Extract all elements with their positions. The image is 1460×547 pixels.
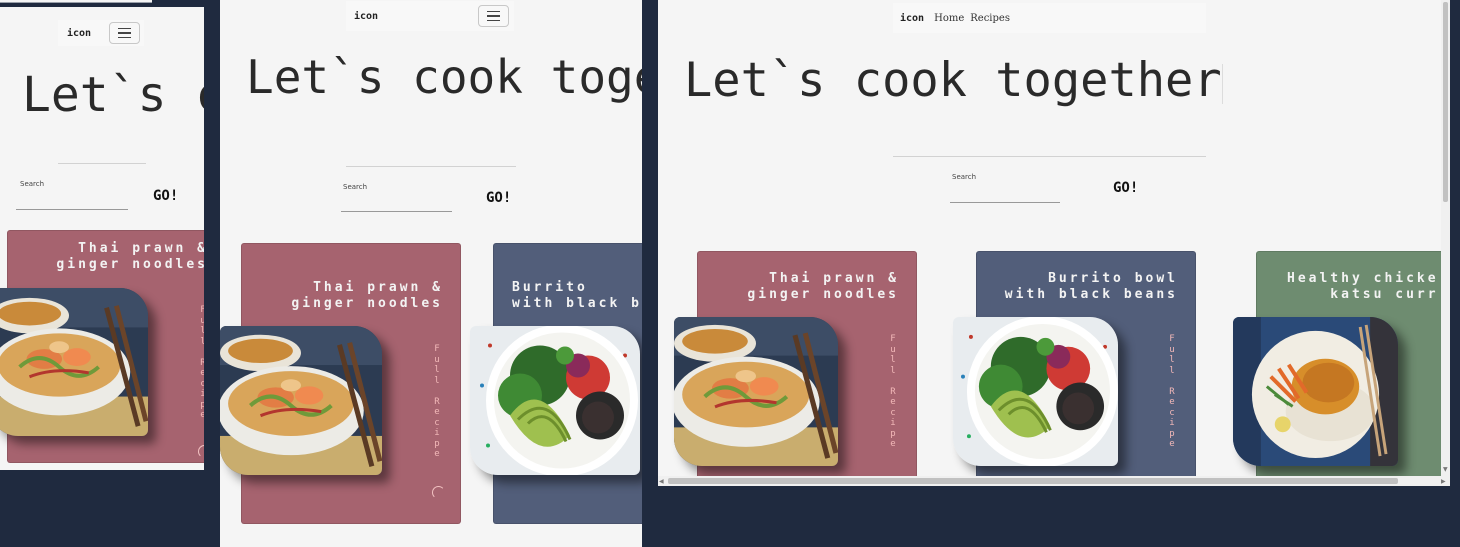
- divider: [58, 163, 146, 164]
- search-label: Search: [20, 180, 45, 188]
- loading-spinner-icon: [198, 445, 204, 458]
- scroll-down-arrow-icon[interactable]: ▼: [1443, 466, 1448, 473]
- recipe-photo-burrito-bowl: [470, 326, 640, 475]
- search-input[interactable]: [16, 209, 128, 210]
- page-title: Let`s cook toge: [246, 50, 642, 104]
- full-recipe-link[interactable]: F u l l R e c i p e: [888, 334, 898, 450]
- nav-link-home[interactable]: Home: [934, 13, 964, 24]
- horizontal-scrollbar[interactable]: ◀ ▶: [658, 476, 1450, 486]
- viewport-large: icon Home Recipes Let`s cook together Se…: [658, 0, 1450, 486]
- scroll-right-arrow-icon[interactable]: ▶: [1441, 478, 1446, 485]
- loading-spinner-icon: [432, 486, 445, 499]
- navbar: icon Home Recipes: [893, 3, 1206, 33]
- navbar: icon: [58, 20, 144, 46]
- recipe-photo-katsu-curry: [1233, 317, 1398, 466]
- brand-logo[interactable]: icon: [354, 11, 378, 22]
- menu-toggle-button[interactable]: [478, 5, 509, 27]
- full-recipe-link[interactable]: F u l l R e c i p e: [1167, 334, 1177, 450]
- window-edge: [0, 0, 152, 3]
- search-input[interactable]: [341, 211, 452, 212]
- page-title: Let`s cook together: [684, 53, 1222, 108]
- scrollbar-thumb[interactable]: [668, 478, 1398, 484]
- full-recipe-link[interactable]: F u l l R e c i p e: [432, 344, 442, 460]
- go-button[interactable]: GO!: [486, 190, 511, 206]
- divider: [893, 156, 1206, 157]
- scrollbar-thumb[interactable]: [1443, 2, 1448, 202]
- go-button[interactable]: GO!: [153, 188, 178, 204]
- card-title: Healthy chicke katsu curr: [1287, 271, 1439, 302]
- divider: [346, 166, 516, 167]
- search-label: Search: [343, 183, 368, 191]
- full-recipe-link[interactable]: F u l l R e c i p e: [198, 305, 204, 421]
- recipe-photo-noodles: [0, 288, 148, 436]
- nav-link-recipes[interactable]: Recipes: [970, 13, 1010, 24]
- search-input[interactable]: [950, 202, 1060, 203]
- go-button[interactable]: GO!: [1113, 180, 1138, 196]
- card-title: Thai prawn & ginger noodles: [56, 241, 204, 272]
- recipe-photo-burrito-bowl: [953, 317, 1118, 466]
- vertical-scrollbar[interactable]: ▼: [1441, 0, 1450, 476]
- typing-cursor: [1222, 64, 1223, 104]
- menu-toggle-button[interactable]: [109, 22, 140, 44]
- viewport-small: icon Let`s c Search GO! Thai prawn & gin…: [0, 7, 204, 470]
- brand-logo[interactable]: icon: [67, 28, 91, 39]
- navbar: icon: [346, 1, 514, 31]
- recipe-photo-noodles: [674, 317, 838, 466]
- page-title: Let`s c: [22, 67, 204, 123]
- search-label: Search: [952, 173, 977, 181]
- hamburger-icon: [487, 10, 500, 13]
- scroll-left-arrow-icon[interactable]: ◀: [659, 478, 664, 485]
- card-title: Thai prawn & ginger noodles: [747, 271, 899, 302]
- hamburger-icon: [118, 27, 131, 30]
- card-title: Thai prawn & ginger noodles: [291, 280, 443, 311]
- viewport-medium: icon Let`s cook toge Search GO! Thai pra…: [220, 0, 642, 547]
- card-title: Burrito with black b: [512, 280, 642, 311]
- brand-logo[interactable]: icon: [900, 13, 924, 24]
- card-title: Burrito bowl with black beans: [1004, 271, 1178, 302]
- recipe-photo-noodles: [220, 326, 382, 475]
